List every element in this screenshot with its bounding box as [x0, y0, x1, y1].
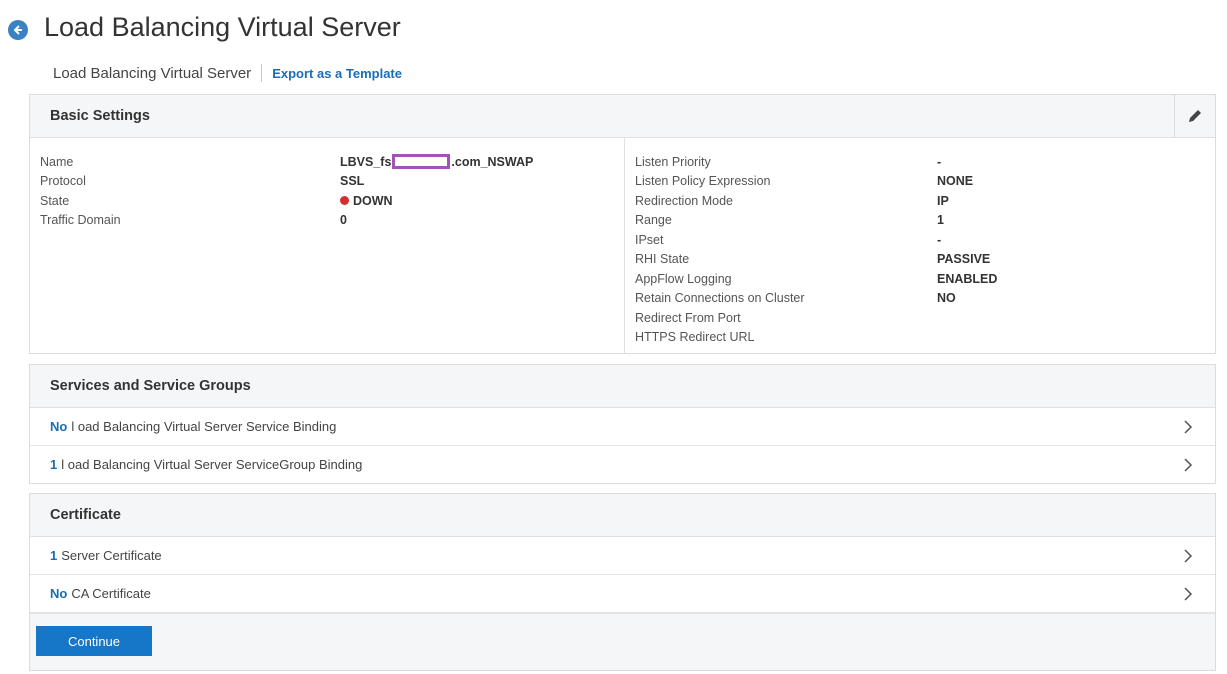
- binding-label: l oad Balancing Virtual Server Service B…: [71, 419, 337, 434]
- kv-value: -: [937, 154, 942, 169]
- kv-value-name: LBVS_fs .com_NSWAP: [340, 154, 534, 170]
- basic-settings-header: Basic Settings: [30, 95, 1215, 138]
- page-title: Load Balancing Virtual Server: [44, 12, 401, 42]
- kv-key: IPset: [635, 232, 664, 247]
- basic-settings-panel: Basic Settings Name LBVS_fs .com_NSWAP P…: [29, 94, 1216, 354]
- state-text: DOWN: [353, 193, 393, 208]
- basic-settings-left: Name LBVS_fs .com_NSWAP Protocol SSL Sta…: [30, 138, 624, 353]
- binding-label: l oad Balancing Virtual Server ServiceGr…: [61, 457, 363, 472]
- services-header: Services and Service Groups: [30, 365, 1215, 408]
- breadcrumb-divider: [261, 64, 263, 82]
- kv-key: Traffic Domain: [40, 213, 121, 228]
- kv-row: Redirection Mode IP: [625, 191, 1215, 211]
- kv-row: Redirect From Port: [625, 308, 1215, 328]
- kv-key: RHI State: [635, 252, 690, 267]
- kv-row: Retain Connections on Cluster NO: [625, 289, 1215, 309]
- kv-row-protocol: Protocol SSL: [30, 172, 624, 192]
- servicegroup-binding-row[interactable]: 1 l oad Balancing Virtual Server Service…: [30, 446, 1215, 483]
- breadcrumb-title: Load Balancing Virtual Server: [53, 64, 252, 82]
- kv-value: -: [937, 232, 942, 247]
- services-title: Services and Service Groups: [50, 378, 251, 394]
- kv-row: Range 1: [625, 211, 1215, 231]
- kv-row-name: Name LBVS_fs .com_NSWAP: [30, 152, 624, 172]
- service-binding-row[interactable]: No l oad Balancing Virtual Server Servic…: [30, 408, 1215, 446]
- back-icon[interactable]: [8, 20, 28, 40]
- name-suffix: .com_NSWAP: [451, 154, 534, 169]
- certificate-label: Server Certificate: [61, 548, 162, 563]
- binding-count[interactable]: No: [50, 419, 67, 434]
- kv-row: Listen Policy Expression NONE: [625, 172, 1215, 192]
- ca-certificate-row[interactable]: No CA Certificate: [30, 575, 1215, 613]
- kv-key: AppFlow Logging: [635, 271, 732, 286]
- kv-value: ENABLED: [937, 271, 998, 286]
- kv-key: Listen Priority: [635, 154, 711, 169]
- services-panel: Services and Service Groups No l oad Bal…: [29, 364, 1216, 484]
- kv-key: Name: [40, 154, 74, 169]
- breadcrumb: Load Balancing Virtual Server Export as …: [53, 64, 402, 82]
- certificate-panel: Certificate 1 Server Certificate No CA C…: [29, 493, 1216, 671]
- chevron-right-icon[interactable]: [1183, 548, 1193, 567]
- binding-count[interactable]: 1: [50, 457, 57, 472]
- kv-value: 0: [340, 213, 347, 228]
- kv-value: NONE: [937, 174, 974, 189]
- certificate-header: Certificate: [30, 494, 1215, 537]
- kv-key: State: [40, 193, 70, 208]
- kv-key: Listen Policy Expression: [635, 174, 771, 189]
- kv-key: Retain Connections on Cluster: [635, 291, 805, 306]
- kv-key: HTTPS Redirect URL: [635, 330, 755, 345]
- certificate-label: CA Certificate: [71, 586, 151, 601]
- kv-row: AppFlow Logging ENABLED: [625, 269, 1215, 289]
- kv-row: Listen Priority -: [625, 152, 1215, 172]
- kv-value: SSL: [340, 174, 365, 189]
- name-prefix: LBVS_fs: [340, 154, 392, 169]
- kv-key: Protocol: [40, 174, 86, 189]
- certificate-title: Certificate: [50, 507, 121, 523]
- export-template-link[interactable]: Export as a Template: [272, 66, 402, 81]
- kv-row-state: State DOWN: [30, 191, 624, 211]
- redaction-box: [392, 154, 451, 170]
- chevron-right-icon[interactable]: [1183, 586, 1193, 605]
- chevron-right-icon[interactable]: [1183, 419, 1193, 438]
- kv-value: 1: [937, 213, 944, 228]
- continue-button[interactable]: Continue: [36, 626, 152, 656]
- kv-row: RHI State PASSIVE: [625, 250, 1215, 270]
- kv-row-traffic-domain: Traffic Domain 0: [30, 211, 624, 231]
- kv-value: PASSIVE: [937, 252, 991, 267]
- action-bar: Continue: [30, 613, 1215, 670]
- status-down-icon: [340, 196, 349, 206]
- basic-settings-right: Listen Priority - Listen Policy Expressio…: [624, 138, 1215, 353]
- basic-settings-title: Basic Settings: [50, 108, 150, 124]
- kv-key: Redirection Mode: [635, 193, 733, 208]
- chevron-right-icon[interactable]: [1183, 457, 1193, 476]
- kv-value: IP: [937, 193, 949, 208]
- kv-value: NO: [937, 291, 956, 306]
- edit-pencil-icon[interactable]: [1174, 95, 1215, 137]
- certificate-count[interactable]: 1: [50, 548, 57, 563]
- server-certificate-row[interactable]: 1 Server Certificate: [30, 537, 1215, 575]
- kv-value-state: DOWN: [340, 194, 393, 208]
- kv-key: Redirect From Port: [635, 310, 741, 325]
- certificate-count[interactable]: No: [50, 586, 67, 601]
- kv-row: HTTPS Redirect URL: [625, 328, 1215, 348]
- kv-row: IPset -: [625, 230, 1215, 250]
- kv-key: Range: [635, 213, 672, 228]
